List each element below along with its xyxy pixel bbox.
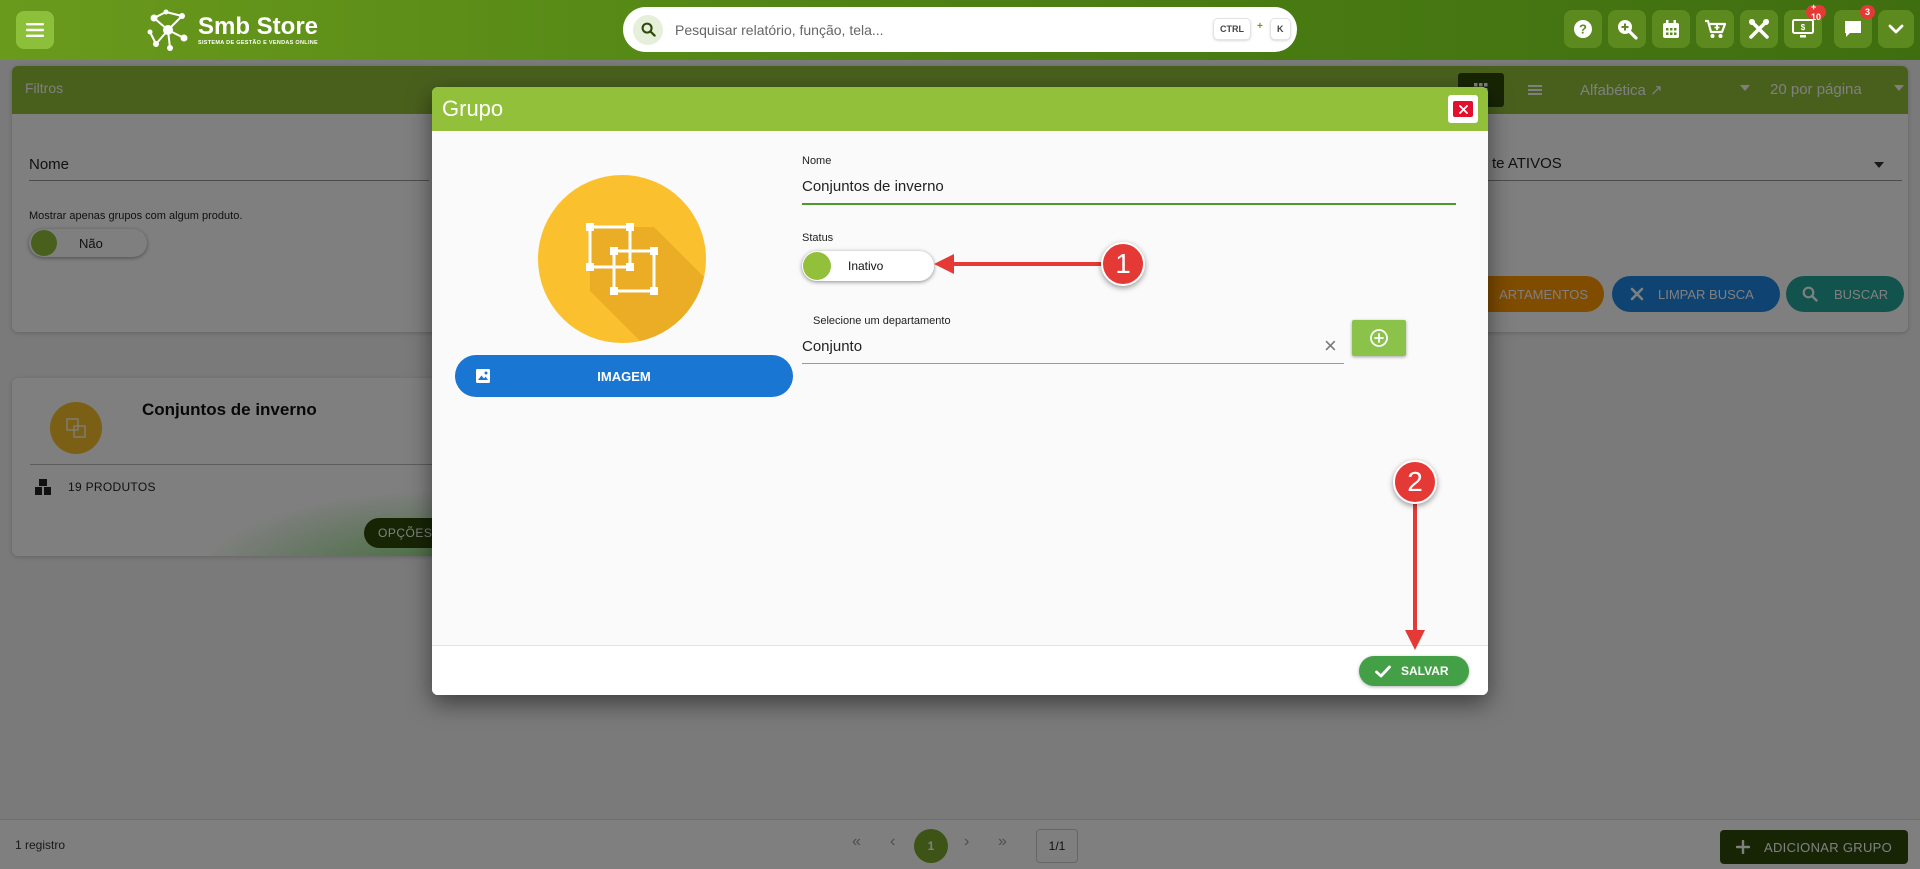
group-shape-icon <box>586 223 706 343</box>
save-button-label: SALVAR <box>1401 664 1449 678</box>
name-field-label: Nome <box>802 155 832 167</box>
department-field-label: Selecione um departamento <box>813 315 951 327</box>
top-bar: Smb Store SISTEMA DE GESTÃO E VENDAS ONL… <box>0 0 1920 60</box>
brand-logo[interactable]: Smb Store SISTEMA DE GESTÃO E VENDAS ONL… <box>146 6 318 54</box>
name-field-underline <box>802 203 1456 205</box>
menu-button[interactable] <box>16 11 54 49</box>
status-toggle-knob <box>803 252 831 280</box>
zoom-button[interactable] <box>1608 10 1646 48</box>
network-logo-icon <box>147 9 188 51</box>
monitor-button[interactable]: $ + 10 <box>1784 2 1827 48</box>
cart-icon <box>1705 19 1726 38</box>
chat-button[interactable]: 3 <box>1834 5 1876 48</box>
svg-text:?: ? <box>1579 22 1587 37</box>
cart-button[interactable] <box>1696 10 1734 48</box>
check-icon <box>1375 665 1391 677</box>
user-menu-button[interactable] <box>1878 10 1914 48</box>
department-select[interactable]: Conjunto <box>802 338 862 355</box>
dialog-title: Grupo <box>442 96 504 121</box>
chat-icon <box>1845 21 1861 37</box>
close-icon <box>1458 104 1468 114</box>
monitor-icon: $ <box>1792 19 1814 38</box>
shortcut-ctrl-key: CTRL <box>1213 18 1251 40</box>
close-dialog-button[interactable] <box>1448 95 1478 123</box>
image-upload-label: IMAGEM <box>597 368 651 384</box>
annotation-marker-2: 2 <box>1393 460 1437 504</box>
zoom-icon <box>1618 20 1638 40</box>
add-department-button[interactable] <box>1352 320 1406 356</box>
status-toggle-value: Inativo <box>848 259 884 273</box>
annotation-marker-1: 1 <box>1101 242 1145 286</box>
monitor-badge: + 10 <box>1806 2 1827 22</box>
menu-icon <box>26 23 44 37</box>
name-field[interactable]: Conjuntos de inverno <box>802 178 944 195</box>
calendar-icon <box>1663 19 1679 38</box>
tools-button[interactable] <box>1740 10 1778 48</box>
dialog-footer: SALVAR <box>432 645 1488 695</box>
department-underline <box>802 363 1344 364</box>
group-dialog: Grupo IMAGEM Nome Conjuntos de inverno S… <box>432 87 1488 695</box>
save-button[interactable]: SALVAR <box>1359 656 1469 686</box>
calendar-button[interactable] <box>1652 10 1690 48</box>
brand-subtitle: SISTEMA DE GESTÃO E VENDAS ONLINE <box>198 40 319 46</box>
group-image-preview <box>538 175 706 343</box>
svg-text:$: $ <box>1801 23 1806 32</box>
search-icon[interactable] <box>633 14 663 45</box>
clear-department-icon[interactable]: × <box>1324 335 1337 357</box>
status-field-label: Status <box>802 232 834 244</box>
brand-title: Smb Store <box>198 13 319 40</box>
chevron-down-icon <box>1888 24 1904 34</box>
help-icon: ? <box>1574 20 1592 38</box>
image-upload-button[interactable]: IMAGEM <box>455 355 793 397</box>
status-toggle[interactable]: Inativo <box>802 251 934 281</box>
search-input[interactable] <box>675 21 1195 38</box>
tools-icon <box>1749 19 1769 39</box>
help-button[interactable]: ? <box>1564 10 1602 48</box>
add-circle-icon <box>1370 329 1388 347</box>
shortcut-plus: + <box>1257 21 1263 32</box>
dialog-header: Grupo <box>432 87 1488 131</box>
global-search[interactable]: CTRL + K <box>623 7 1297 52</box>
chat-badge: 3 <box>1860 5 1876 19</box>
shortcut-k-key: K <box>1270 18 1291 40</box>
